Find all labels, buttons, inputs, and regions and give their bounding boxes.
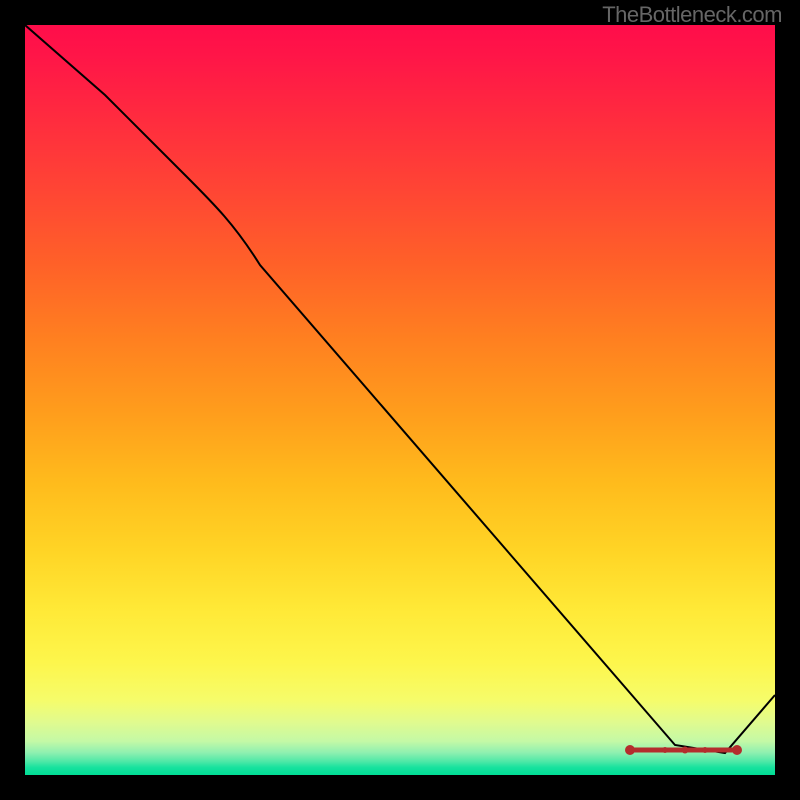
- bottleneck-curve: [25, 25, 775, 753]
- watermark-label: TheBottleneck.com: [602, 2, 782, 28]
- optimal-range-end-dot: [732, 745, 742, 755]
- chart-container: TheBottleneck.com: [0, 0, 800, 800]
- curve-overlay: [25, 25, 775, 775]
- optimal-range-mid-dot-3: [702, 747, 708, 753]
- optimal-range-mid-dot: [682, 747, 689, 754]
- optimal-range-start-dot: [625, 745, 635, 755]
- optimal-range-mid-dot-2: [662, 747, 668, 753]
